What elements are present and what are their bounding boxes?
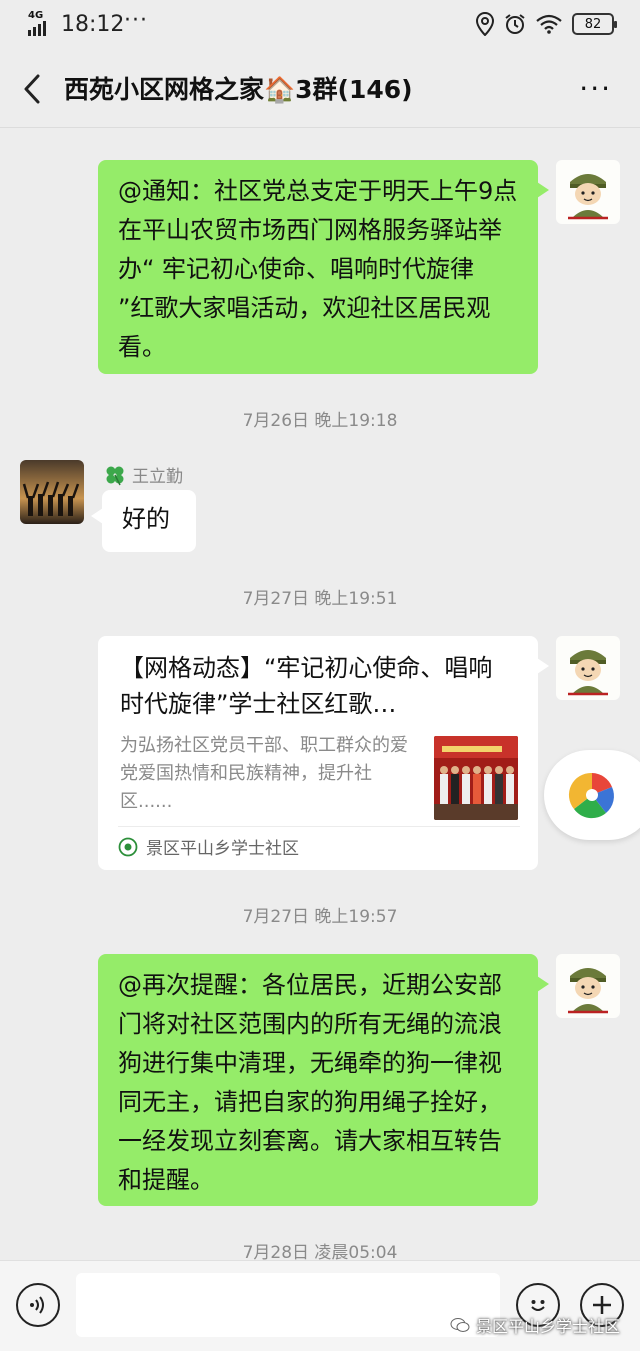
message-bubble-reply[interactable]: 好的 [91, 490, 196, 552]
voice-wave-icon [30, 1296, 44, 1314]
status-bar: 4G 18:12 ··· 82 [0, 0, 640, 50]
timestamp: 7月28日 凌晨05:04 [242, 1243, 398, 1260]
article-source-name: 景区平山乡学士社区 [146, 839, 299, 859]
user-avatar-soldier[interactable] [556, 160, 620, 224]
chat-area[interactable]: @通知：社区党总支定于明天上午9点在平山农贸市场西门网格服务驿站举办“ 牢记初心… [0, 128, 640, 1260]
article-description: 为弘扬社区党员干部、职工群众的爱党爱国热情和民族精神，提升社区...... [120, 735, 408, 812]
watermark-text: 景区平山乡学士社区 [475, 1317, 620, 1336]
status-dots: ··· [124, 8, 148, 33]
sender-name-text: 王立勤 [132, 467, 183, 487]
message-bubble-reminder[interactable]: @再次提醒：各位居民，近期公安部门将对社区范围内的所有无绳的流浪狗进行集中清理，… [98, 954, 549, 1206]
group-photo-thumbnail-icon [434, 736, 518, 820]
user-avatar-soldier[interactable] [556, 636, 620, 700]
message-text: @再次提醒：各位居民，近期公安部门将对社区范围内的所有无绳的流浪狗进行集中清理，… [118, 971, 502, 1194]
message-input[interactable] [76, 1273, 500, 1337]
battery-level: 82 [584, 16, 602, 32]
network-type: 4G [28, 10, 44, 21]
soldier-avatar-icon [556, 954, 620, 1018]
input-bar: 景区平山乡学士社区 [0, 1260, 640, 1351]
message-bubble-notice[interactable]: @通知：社区党总支定于明天上午9点在平山农贸市场西门网格服务驿站举办“ 牢记初心… [98, 160, 549, 374]
timestamp: 7月26日 晚上19:18 [242, 411, 398, 431]
battery-icon: 82 [572, 13, 617, 35]
back-arrow-icon[interactable] [18, 72, 48, 106]
chat-header: 西苑小区网格之家🏠3群(146) ··· [0, 50, 640, 128]
timestamp: 7月27日 晚上19:51 [242, 589, 398, 609]
article-card[interactable]: 【网格动态】“牢记初心使命、唱响时代旋律”学士社区红歌… 为弘扬社区党员干部、职… [98, 636, 549, 870]
location-icon [476, 12, 494, 36]
pinwheel-icon [568, 772, 614, 819]
message-text: 好的 [122, 505, 170, 533]
more-options-icon[interactable]: ··· [579, 72, 612, 105]
article-source: 景区平山乡学士社区 [118, 826, 520, 866]
clover-icon [106, 466, 124, 485]
sender-name: 王立勤 [104, 462, 183, 487]
status-time: 18:12 [61, 12, 125, 37]
article-title: 【网格动态】“牢记初心使命、唱响时代旋律”学士社区红歌… [120, 654, 493, 718]
user-avatar-soldier[interactable] [556, 954, 620, 1018]
article-thumbnail [434, 736, 518, 820]
wechat-icon [450, 1318, 470, 1332]
soldier-avatar-icon [556, 636, 620, 700]
official-account-icon [118, 837, 138, 856]
floating-pinwheel-button[interactable] [544, 750, 640, 840]
wifi-icon [536, 14, 562, 34]
voice-input-button[interactable] [16, 1283, 60, 1327]
watermark: 景区平山乡学士社区 [450, 1313, 620, 1337]
timestamp: 7月27日 晚上19:57 [242, 907, 398, 927]
alarm-icon [505, 14, 525, 34]
signal-icon: 4G [28, 10, 54, 36]
chat-title: 西苑小区网格之家🏠3群(146) [64, 75, 413, 104]
sunset-photo-icon [20, 460, 84, 524]
soldier-avatar-icon [556, 160, 620, 224]
user-avatar-group-photo[interactable] [20, 460, 84, 524]
message-text: @通知：社区党总支定于明天上午9点在平山农贸市场西门网格服务驿站举办“ 牢记初心… [118, 177, 518, 361]
